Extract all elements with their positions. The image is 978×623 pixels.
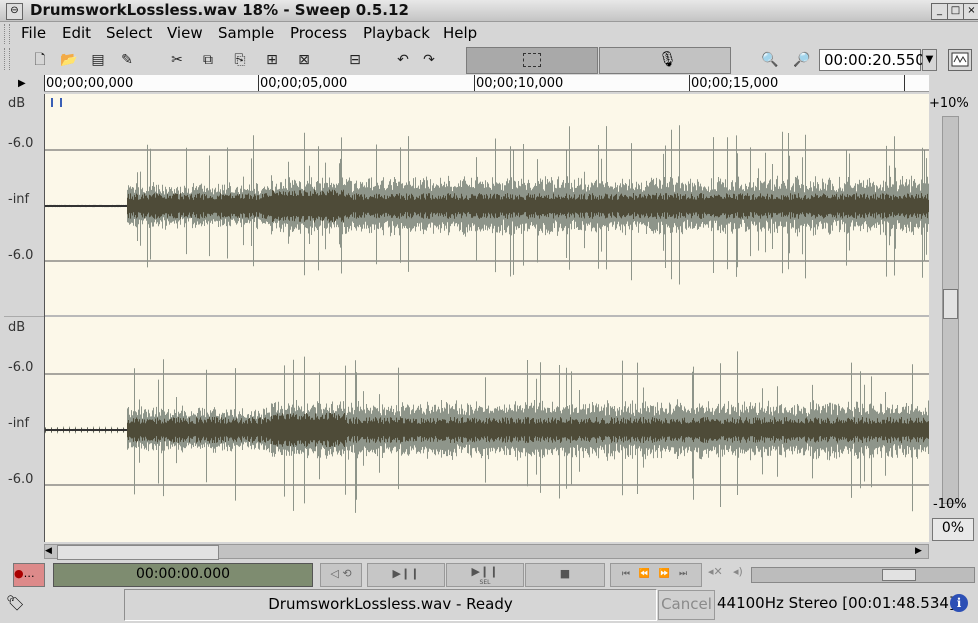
gain-bottom-label: -10% — [933, 497, 967, 512]
db-label: -6.0 — [8, 136, 34, 151]
zoom-in-icon[interactable]: 🔍 — [759, 49, 781, 71]
cut-icon[interactable]: ✂ — [166, 49, 188, 71]
menu-sample[interactable]: Sample — [218, 23, 274, 43]
tag-icon: 🏷 — [6, 594, 26, 612]
gain-slider-thumb[interactable] — [943, 289, 958, 319]
record-label: … — [23, 567, 35, 580]
cancel-button[interactable]: Cancel — [658, 590, 715, 620]
meter-icon[interactable] — [948, 49, 972, 71]
ruler-arrow-icon[interactable]: ▶ — [18, 78, 26, 89]
db-label: -inf — [8, 192, 30, 207]
menu-view[interactable]: View — [167, 23, 203, 43]
format-info: 44100Hz Stereo [00:01:48.534] — [717, 594, 955, 612]
paste-mix-icon[interactable]: ⊞ — [261, 49, 283, 71]
ruler-tick-label: 00;00;05,000 — [258, 75, 348, 91]
ruler-tick-label: 00;00;00,000 — [44, 75, 134, 91]
menu-process[interactable]: Process — [290, 23, 347, 43]
loop-button[interactable]: ◁ ⟲ — [320, 563, 362, 587]
gain-slider[interactable] — [942, 116, 959, 504]
gain-panel: +10% -10% 0% — [929, 94, 977, 542]
undo-icon[interactable]: ↶ — [392, 49, 414, 71]
horizontal-scrollbar[interactable]: ◀ ▶ — [44, 544, 929, 560]
mute-icon[interactable]: ◂✕ — [708, 565, 723, 578]
db-label: -inf — [8, 416, 30, 431]
toolbar-grip[interactable] — [4, 48, 10, 70]
maximize-icon[interactable]: □ — [947, 3, 964, 20]
paste-replace-icon[interactable]: ⊠ — [293, 49, 315, 71]
time-ruler[interactable]: 00;00;00,000 00;00;05,000 00;00;10,000 0… — [44, 75, 929, 92]
play-pause-icon[interactable]: ▶❙❙ — [367, 563, 445, 587]
ruler-tick-mark — [904, 75, 906, 91]
db-label: dB — [8, 320, 26, 335]
status-message: DrumsworkLossless.wav - Ready — [124, 589, 657, 621]
selection-rect-icon — [523, 53, 541, 67]
stop-icon[interactable]: ■ — [525, 563, 605, 587]
db-label: -6.0 — [8, 360, 34, 375]
paste-icon[interactable]: ⎘ — [229, 49, 251, 71]
save-icon[interactable]: ▤ — [87, 49, 109, 71]
position-field[interactable]: 00:00:20.550 — [819, 49, 925, 71]
menu-help[interactable]: Help — [443, 23, 477, 43]
microphone-icon: 🎙 — [658, 50, 678, 68]
menu-file[interactable]: File — [21, 23, 46, 43]
channel-right-waveform — [45, 351, 929, 513]
copy-icon[interactable]: ⧉ — [197, 49, 219, 71]
scroll-right-icon[interactable]: ▶ — [915, 545, 926, 558]
waveform-view[interactable] — [44, 94, 929, 542]
time-display: 00:00:00.000 — [53, 563, 313, 587]
zoom-out-icon[interactable]: 🔎 — [791, 49, 813, 71]
scroll-left-icon[interactable]: ◀ — [45, 545, 56, 558]
minimize-icon[interactable]: _ — [931, 3, 948, 20]
crop-icon[interactable]: ⊟ — [344, 49, 366, 71]
menu-select[interactable]: Select — [106, 23, 152, 43]
channel-divider — [4, 316, 44, 317]
window-title: DrumsworkLossless.wav 18% - Sweep 0.5.12 — [30, 1, 409, 19]
menu-edit[interactable]: Edit — [62, 23, 91, 43]
menubar-grip[interactable] — [4, 24, 10, 44]
position-dropdown-icon[interactable]: ▼ — [922, 49, 937, 71]
menu-bar: File Edit Select View Sample Process Pla… — [0, 22, 978, 46]
status-bar: 🏷 DrumsworkLossless.wav - Ready Cancel 4… — [0, 588, 978, 623]
db-label: dB — [8, 96, 26, 111]
volume-icon[interactable]: ◂) — [733, 565, 743, 578]
playhead-marker-icon[interactable] — [51, 98, 62, 107]
info-icon[interactable]: i — [950, 594, 968, 612]
window-menu-icon[interactable]: ⊖ — [6, 3, 23, 20]
select-mode-toggle[interactable] — [466, 47, 598, 74]
ruler-tick-label: 00;00;10,000 — [474, 75, 564, 91]
close-icon[interactable]: × — [963, 3, 978, 20]
scrub-mode-toggle[interactable]: 🎙 — [599, 47, 731, 74]
volume-slider-thumb[interactable] — [882, 569, 916, 581]
title-bar: ⊖ DrumsworkLossless.wav 18% - Sweep 0.5.… — [0, 0, 978, 22]
new-file-icon[interactable]: 🗋 — [29, 49, 51, 71]
play-selection-sub: SEL — [479, 579, 491, 586]
ruler-tick-label: 00;00;15,000 — [689, 75, 779, 91]
waveform-canvas[interactable] — [45, 94, 929, 542]
db-label: -6.0 — [8, 248, 34, 263]
scroll-thumb[interactable] — [57, 545, 219, 560]
gain-value[interactable]: 0% — [932, 518, 974, 541]
db-label: -6.0 — [8, 472, 34, 487]
record-button[interactable]: ●… — [13, 563, 45, 587]
transport-bar: ●… 00:00:00.000 ◁ ⟲ ▶❙❙ ▶❙❙ SEL ■ ⏮ ⏪ ⏩ ⏭… — [0, 561, 978, 587]
gain-top-label: +10% — [929, 96, 969, 111]
db-scale: dB -6.0 -inf -6.0 dB -6.0 -inf -6.0 — [4, 94, 44, 542]
save-as-icon[interactable]: ✎ — [116, 49, 138, 71]
menu-playback[interactable]: Playback — [363, 23, 430, 43]
volume-slider[interactable] — [751, 567, 975, 583]
play-selection-button[interactable]: ▶❙❙ SEL — [446, 563, 524, 587]
seek-buttons[interactable]: ⏮ ⏪ ⏩ ⏭ — [610, 563, 702, 587]
redo-icon[interactable]: ↷ — [418, 49, 440, 71]
record-icon: ● — [14, 567, 24, 580]
open-file-icon[interactable]: 📂 — [58, 49, 80, 71]
